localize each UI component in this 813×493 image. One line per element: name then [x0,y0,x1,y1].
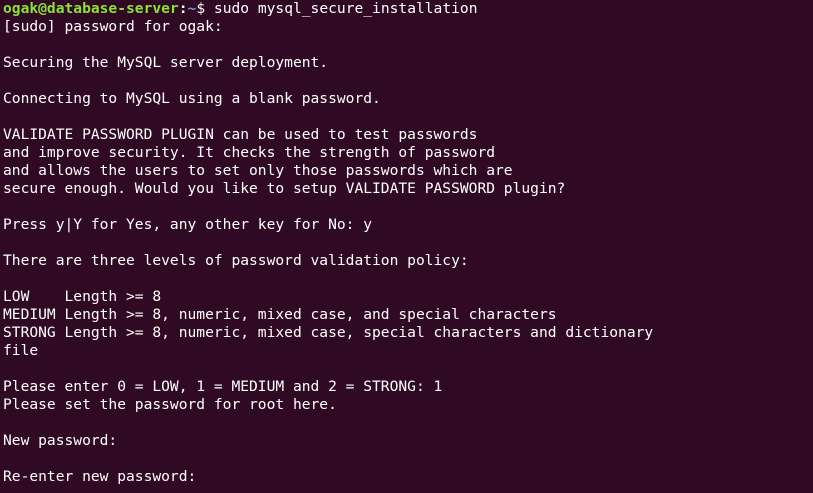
terminal-output-line: Securing the MySQL server deployment. [3,54,329,71]
prompt-separator: : [178,0,188,17]
terminal-output-line: New password: [3,432,118,449]
terminal-output-line: secure enough. Would you like to setup V… [3,180,566,197]
terminal-output-line: file [3,342,39,359]
terminal-output-line: There are three levels of password valid… [3,252,469,269]
terminal-output-line: STRONG Length >= 8, numeric, mixed case,… [3,324,654,341]
prompt-user-host: ogak@database-server [3,0,179,17]
terminal-output-line: Press y|Y for Yes, any other key for No:… [3,216,373,233]
terminal-output-line: LOW Length >= 8 [3,288,162,305]
terminal-output-line: Connecting to MySQL using a blank passwo… [3,90,381,107]
terminal-output-line: VALIDATE PASSWORD PLUGIN can be used to … [3,126,478,143]
command-text: sudo mysql_secure_installation [213,0,478,17]
terminal-output-line: Please enter 0 = LOW, 1 = MEDIUM and 2 =… [3,378,443,395]
terminal-output: [sudo] password for ogak: Securing the My… [3,18,813,486]
prompt-line: ogak@database-server:~$ sudo mysql_secur… [3,0,813,18]
terminal-window[interactable]: ogak@database-server:~$ sudo mysql_secur… [0,0,813,493]
prompt-symbol: $ [196,0,214,17]
terminal-output-line: and allows the users to set only those p… [3,162,513,179]
terminal-output-line: Re-enter new password: [3,468,197,485]
terminal-output-line: and improve security. It checks the stre… [3,144,496,161]
prompt-path: ~ [187,0,197,17]
terminal-output-line: Please set the password for root here. [3,396,337,413]
terminal-output-line: MEDIUM Length >= 8, numeric, mixed case,… [3,306,557,323]
terminal-output-line: [sudo] password for ogak: [3,18,223,35]
